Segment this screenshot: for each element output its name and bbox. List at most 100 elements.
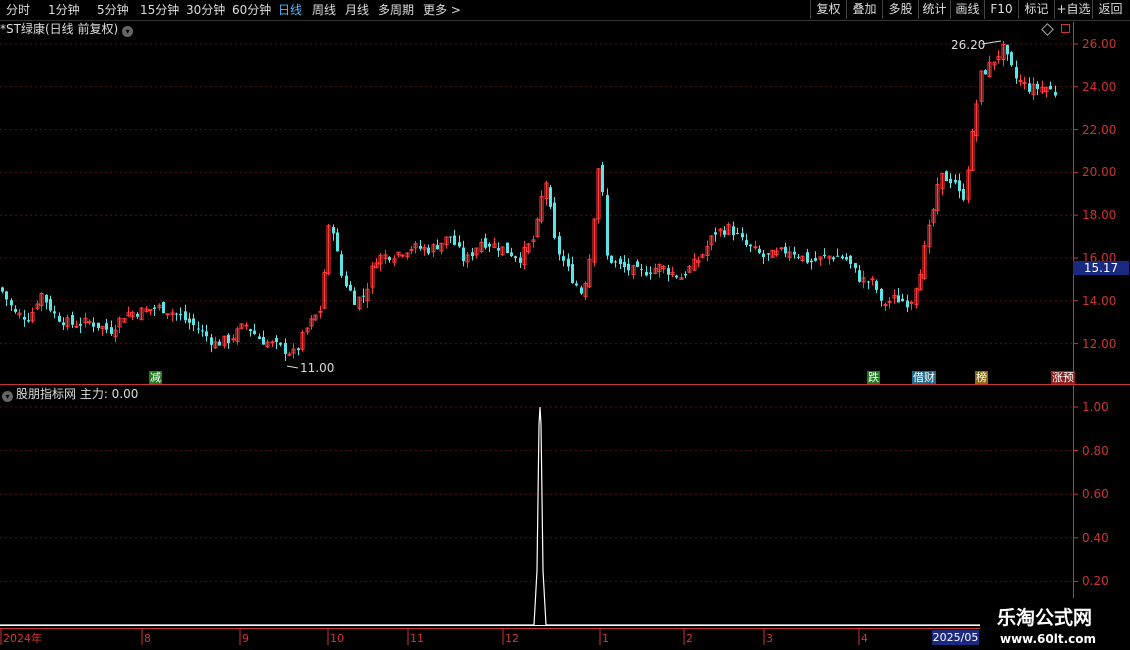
x-tick-label: 2024年 (3, 632, 42, 645)
candle-body-down (767, 253, 770, 255)
candle-body-down (567, 258, 570, 267)
event-tag[interactable]: 涨预 (1051, 371, 1075, 384)
candle-body-down (105, 323, 108, 330)
candle-body-down (606, 195, 609, 256)
candle-body-down (627, 263, 630, 271)
candle-body-down (945, 171, 948, 182)
candle-body-down (793, 251, 796, 255)
candle-body-down (27, 320, 30, 322)
candle-body-down (462, 247, 465, 262)
candle-body-down (1010, 52, 1013, 66)
candle-body-down (275, 338, 278, 343)
candle-body-down (636, 261, 639, 267)
candle-body-down (954, 179, 957, 183)
candle-body-down (218, 341, 221, 346)
y-tick-label: 24.00 (1082, 79, 1117, 94)
candle-body-down (453, 235, 456, 245)
candle-body-down (210, 337, 213, 345)
candle-body-down (875, 281, 878, 290)
event-tag[interactable]: 借财 (912, 371, 936, 384)
candle-body-up (887, 300, 892, 303)
candle-body-down (519, 257, 522, 263)
candle-body-down (553, 202, 556, 238)
candle-body-up (409, 248, 414, 251)
candle-body-down (58, 315, 61, 322)
event-tag[interactable]: 榜 (975, 371, 988, 384)
candle-body-down (784, 246, 787, 254)
candle-body-down (14, 308, 17, 312)
candle-body-up (883, 304, 888, 307)
candle-body-down (297, 348, 300, 351)
candle-body-up (87, 321, 92, 324)
candle-body-down (906, 300, 909, 308)
candle-body-up (1018, 79, 1023, 82)
candle-body-down (897, 295, 900, 303)
candle-body-down (601, 164, 604, 193)
candle-body-down (1028, 83, 1031, 92)
candle-body-down (810, 260, 813, 263)
low-arrow (286, 365, 299, 369)
candle-body-down (962, 189, 965, 200)
candle-body-down (984, 70, 987, 75)
candle-body-down (901, 298, 904, 302)
candle-body-down (1006, 44, 1009, 55)
candle-body-down (510, 252, 513, 257)
candle-body-down (153, 307, 156, 309)
candle-body-down (1054, 91, 1057, 96)
y-tick-label: 0.60 (1082, 487, 1109, 502)
candle-body-down (832, 257, 835, 260)
candle-body-down (645, 271, 648, 276)
y-tick-label: 12.00 (1082, 336, 1117, 351)
candle-body-down (5, 291, 8, 300)
kline-chart (0, 22, 1130, 645)
candle-body-down (449, 236, 452, 238)
candle-body-down (362, 295, 365, 297)
candle-body-down (249, 329, 252, 332)
candle-body-down (514, 256, 517, 259)
candle-body-up (244, 324, 249, 327)
candle-body-down (284, 342, 287, 354)
candle-body-down (23, 316, 26, 320)
candle-body-down (53, 311, 56, 314)
candle-body-down (854, 263, 857, 269)
y-tick-label: 14.00 (1082, 293, 1117, 308)
candle-body-down (1049, 85, 1052, 90)
candle-body-up (779, 247, 784, 250)
candle-body-down (471, 252, 474, 257)
candle-body-down (227, 334, 230, 344)
y-tick-label: 20.00 (1082, 165, 1117, 180)
candle-body-down (345, 275, 348, 287)
candle-body-down (858, 270, 861, 282)
candle-body-down (497, 247, 500, 251)
current-price-label: 15.17 (1073, 261, 1129, 275)
x-tick-label: 4 (861, 632, 868, 645)
candle-body-down (562, 256, 565, 261)
candle-body-down (732, 226, 735, 236)
candle-body-down (49, 299, 52, 311)
candle-body-down (340, 254, 343, 276)
candle-body-down (436, 245, 439, 250)
candle-body-down (684, 273, 687, 276)
candle-body-down (614, 261, 617, 263)
candle-body-down (549, 187, 552, 207)
chevron-down-icon[interactable]: ▾ (2, 391, 13, 402)
candle-body-down (741, 233, 744, 238)
candle-body-down (179, 313, 182, 316)
candle-body-down (949, 178, 952, 184)
candle-body-down (488, 243, 491, 247)
candle-body-down (262, 337, 265, 345)
candle-body-down (419, 245, 422, 249)
event-tag[interactable]: 减 (149, 371, 162, 384)
candle-body-down (349, 284, 352, 291)
candle-body-up (318, 310, 323, 313)
candle-body-down (723, 230, 726, 235)
candle-body-down (484, 238, 487, 248)
event-tag[interactable]: 跌 (867, 371, 880, 384)
candle-body-down (762, 253, 765, 257)
candle-body-down (823, 254, 826, 256)
high-price-label: 26.20 (951, 38, 986, 52)
candle-body-down (814, 258, 817, 261)
candle-body-down (958, 180, 961, 192)
candle-body-down (205, 331, 208, 337)
candle-body-down (184, 311, 187, 321)
